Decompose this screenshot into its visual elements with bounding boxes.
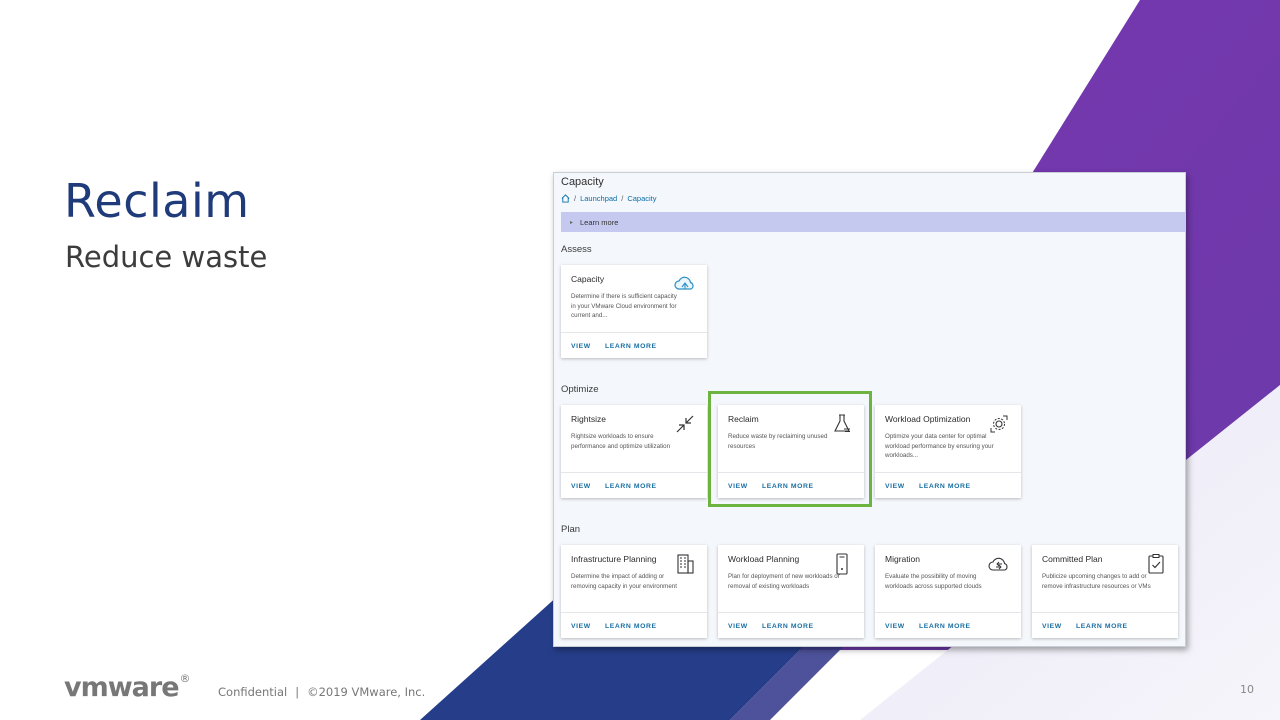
card-migration: Migration Evaluate the possibility of mo… [875, 545, 1021, 638]
learn-more-link[interactable]: LEARN MORE [919, 483, 971, 490]
page-title: Capacity [561, 176, 604, 188]
breadcrumb-capacity[interactable]: Capacity [627, 194, 656, 203]
card-divider [561, 472, 707, 473]
view-link[interactable]: VIEW [571, 343, 591, 350]
section-plan-title: Plan [561, 524, 581, 535]
chevron-right-icon: ▸ [570, 219, 574, 226]
card-description: Plan for deployment of new workloads or … [728, 573, 840, 590]
card-capacity: Capacity Determine if there is sufficien… [561, 265, 707, 358]
clipboard-check-icon [1148, 554, 1164, 574]
learn-more-link[interactable]: LEARN MORE [919, 623, 971, 630]
card-title: Infrastructure Planning [571, 554, 657, 564]
breadcrumb: / Launchpad / Capacity [561, 194, 657, 203]
card-infrastructure-planning: Infrastructure Planning Determine the im… [561, 545, 707, 638]
slide-title: Reclaim [64, 174, 250, 228]
card-rightsize: Rightsize Rightsize workloads to ensure … [561, 405, 707, 498]
learn-more-link[interactable]: LEARN MORE [762, 623, 814, 630]
card-description: Rightsize workloads to ensure performanc… [571, 433, 671, 450]
page-number: 10 [1240, 683, 1254, 696]
card-committed-plan: Committed Plan Publicize upcoming change… [1032, 545, 1178, 638]
view-link[interactable]: VIEW [571, 483, 591, 490]
card-divider [561, 332, 707, 333]
view-link[interactable]: VIEW [1042, 623, 1062, 630]
vmware-logo: vmware® [64, 672, 191, 703]
card-divider [561, 612, 707, 613]
building-icon [677, 554, 694, 574]
view-link[interactable]: VIEW [885, 483, 905, 490]
footer-separator: | [295, 685, 300, 699]
view-link[interactable]: VIEW [728, 623, 748, 630]
breadcrumb-separator: / [574, 194, 577, 203]
card-divider [1032, 612, 1178, 613]
breadcrumb-separator: / [621, 194, 624, 203]
card-workload-planning: Workload Planning Plan for deployment of… [718, 545, 864, 638]
footer-copyright: ©2019 VMware, Inc. [307, 685, 426, 699]
cloud-migrate-icon [988, 557, 1008, 571]
card-divider [718, 612, 864, 613]
learn-more-link[interactable]: LEARN MORE [605, 343, 657, 350]
section-optimize-title: Optimize [561, 384, 599, 395]
breadcrumb-launchpad[interactable]: Launchpad [580, 194, 617, 203]
learn-more-link[interactable]: LEARN MORE [1076, 623, 1128, 630]
card-divider [875, 612, 1021, 613]
card-title: Capacity [571, 274, 605, 284]
gear-cycle-icon [990, 415, 1008, 433]
home-icon[interactable] [561, 194, 570, 203]
card-title: Committed Plan [1042, 554, 1103, 564]
view-link[interactable]: VIEW [571, 623, 591, 630]
footer-confidential: Confidential [218, 685, 288, 699]
cloud-capacity-icon [674, 276, 694, 290]
footer: Confidential | ©2019 VMware, Inc. [218, 685, 425, 699]
card-description: Evaluate the possibility of moving workl… [885, 573, 982, 590]
card-description: Determine if there is sufficient capacit… [571, 293, 677, 319]
card-divider [875, 472, 1021, 473]
card-description: Determine the impact of adding or removi… [571, 573, 677, 590]
card-description: Optimize your data center for optimal wo… [885, 433, 994, 459]
card-description: Publicize upcoming changes to add or rem… [1042, 573, 1151, 590]
slide-subtitle: Reduce waste [65, 240, 268, 274]
compress-arrows-icon [676, 415, 694, 433]
card-title: Migration [885, 554, 920, 564]
reclaim-highlight-box [708, 391, 872, 507]
learn-more-link[interactable]: LEARN MORE [605, 483, 657, 490]
card-title: Workload Optimization [885, 414, 971, 424]
device-icon [836, 553, 848, 575]
card-title: Workload Planning [728, 554, 800, 564]
banner-label: Learn more [580, 217, 619, 227]
card-workload-optimization: Workload Optimization Optimize your data… [875, 405, 1021, 498]
view-link[interactable]: VIEW [885, 623, 905, 630]
logo-text: vmware [64, 672, 180, 703]
card-title: Rightsize [571, 414, 606, 424]
section-assess-title: Assess [561, 244, 592, 255]
learn-more-link[interactable]: LEARN MORE [605, 623, 657, 630]
learn-more-banner[interactable]: ▸ Learn more [561, 212, 1185, 232]
